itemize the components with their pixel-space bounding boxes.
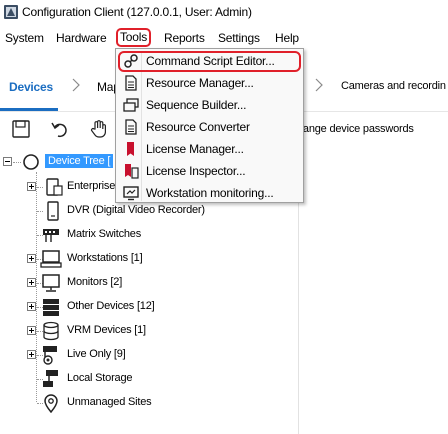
tree-item-live-only[interactable]: Live Only [9] [67,348,126,360]
chevron-right-icon [315,78,323,92]
menu-item-label: Sequence Builder... [146,98,247,112]
location-pin-icon [44,394,58,413]
tree-item-matrix-switches[interactable]: Matrix Switches [67,228,141,240]
menu-item-resource-manager[interactable]: Resource Manager... [118,73,301,94]
expand-toggle[interactable] [27,350,36,359]
document-icon [125,75,137,91]
menu-hardware[interactable]: Hardware [53,30,109,48]
menu-help[interactable]: Help [272,30,302,48]
document-icon [125,119,137,135]
menu-item-license-manager[interactable]: License Manager... [118,139,301,160]
live-only-icon [43,346,57,365]
tree-guide-line [36,172,37,402]
tools-dropdown-menu: Command Script Editor... Resource Manage… [115,48,304,203]
active-tab-indicator [0,108,58,111]
window-title: Configuration Client (127.0.0.1, User: A… [22,5,252,19]
monitor-icon [42,274,60,292]
dvr-icon [47,201,59,221]
tree-item-enterprise[interactable]: Enterprise [67,180,115,192]
save-icon[interactable] [11,119,31,139]
expand-toggle[interactable] [27,278,36,287]
menu-item-label: License Manager... [146,142,244,156]
menu-settings[interactable]: Settings [215,30,263,48]
menu-item-sequence-builder[interactable]: Sequence Builder... [118,95,301,116]
change-device-passwords-button[interactable]: hange device passwords [297,123,414,135]
script-icon [124,54,138,68]
menu-item-label: License Inspector... [146,164,246,178]
matrix-switch-icon [43,229,59,242]
tree-root-label[interactable]: Device Tree [ [45,154,114,168]
collapse-toggle[interactable] [3,157,12,166]
tree-item-vrm-devices[interactable]: VRM Devices [1] [67,324,146,336]
menu-item-resource-converter[interactable]: Resource Converter [118,117,301,138]
menu-system[interactable]: System [2,30,47,48]
nav-devices-tab[interactable]: Devices [9,80,53,94]
menu-item-license-inspector[interactable]: License Inspector... [118,161,301,182]
hand-icon[interactable] [89,119,109,139]
license-inspector-icon [125,164,139,179]
enterprise-icon [46,178,63,196]
title-bar: Configuration Client (127.0.0.1, User: A… [0,0,448,24]
tree-item-workstations[interactable]: Workstations [1] [67,252,143,264]
tree-item-dvr[interactable]: DVR (Digital Video Recorder) [67,204,205,216]
tree-item-other-devices[interactable]: Other Devices [12] [67,300,155,312]
menu-item-workstation-monitoring[interactable]: Workstation monitoring... [118,183,301,204]
menu-item-command-script-editor[interactable]: Command Script Editor... [118,51,301,72]
menu-bar: System Hardware Tools Reports Settings H… [0,27,448,49]
chevron-right-icon [72,78,80,92]
menu-reports[interactable]: Reports [161,30,208,48]
expand-toggle[interactable] [27,326,36,335]
menu-item-label: Command Script Editor... [146,54,275,68]
monitor-icon [123,186,139,201]
tree-item-local-storage[interactable]: Local Storage [67,372,132,384]
device-tree-icon [23,154,39,170]
menu-item-label: Resource Converter [146,120,250,134]
menu-tools[interactable]: Tools [116,28,152,47]
expand-toggle[interactable] [27,254,36,263]
undo-icon[interactable] [50,119,70,139]
local-storage-icon [43,370,58,387]
workstation-icon [40,250,62,268]
expand-toggle[interactable] [27,182,36,191]
tree-item-monitors[interactable]: Monitors [2] [67,276,122,288]
menu-item-label: Resource Manager... [146,76,254,90]
sequence-icon [123,98,139,112]
expand-toggle[interactable] [27,302,36,311]
menu-item-label: Workstation monitoring... [146,186,274,200]
vrm-devices-icon [43,321,59,341]
other-devices-icon [43,299,59,316]
tree-item-unmanaged-sites[interactable]: Unmanaged Sites [67,396,152,408]
nav-cameras-tab[interactable]: Cameras and recordin [341,80,446,92]
license-icon [127,142,134,156]
app-icon [4,5,18,19]
